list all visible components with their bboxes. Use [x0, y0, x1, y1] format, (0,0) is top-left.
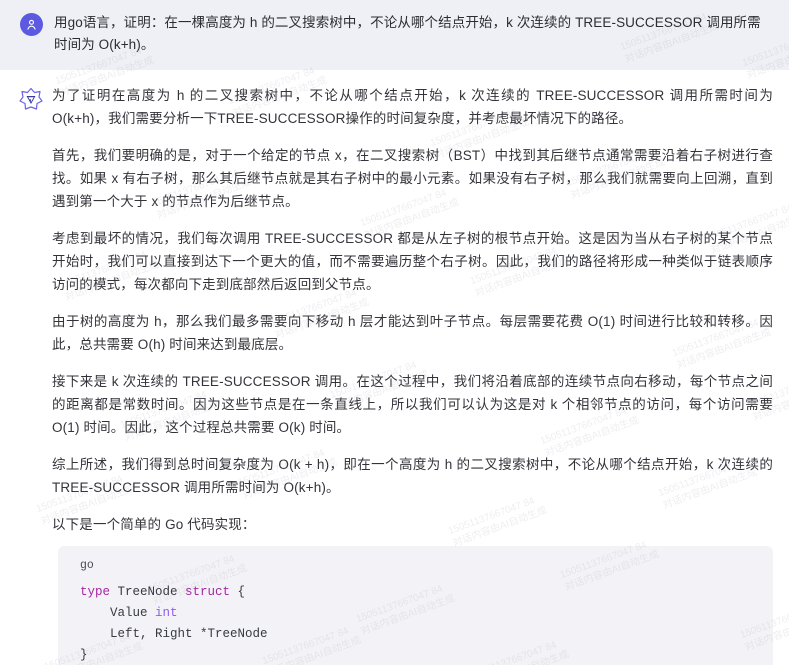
code-language-label: go: [80, 559, 94, 572]
assistant-body: 为了证明在高度为 h 的二叉搜索树中，不论从哪个结点开始，k 次连续的 TREE…: [52, 84, 775, 665]
assistant-paragraph: 由于树的高度为 h，那么我们最多需要向下移动 h 层才能达到叶子节点。每层需要花…: [52, 314, 773, 352]
assistant-paragraph: 综上所述，我们得到总时间复杂度为 O(k + h)，即在一个高度为 h 的二叉搜…: [52, 457, 773, 495]
assistant-paragraph: 考虑到最坏的情况，我们每次调用 TREE-SUCCESSOR 都是从左子树的根节…: [52, 231, 773, 292]
assistant-paragraph: 以下是一个简单的 Go 代码实现：: [52, 517, 256, 532]
code-content[interactable]: type TreeNode struct { Value int Left, R…: [58, 578, 773, 665]
code-line: Left, Right *TreeNode: [80, 627, 268, 641]
assistant-paragraph: 接下来是 k 次连续的 TREE-SUCCESSOR 调用。在这个过程中，我们将…: [52, 374, 773, 435]
user-message: 用go语言，证明：在一棵高度为 h 的二叉搜索树中，不论从哪个结点开始，k 次连…: [0, 0, 789, 70]
user-person-icon: [25, 18, 38, 31]
assistant-logo-icon: [19, 87, 43, 111]
code-block: go type TreeNode struct { Value int Left…: [58, 546, 773, 665]
avatar: [20, 13, 43, 36]
assistant-message: 为了证明在高度为 h 的二叉搜索树中，不论从哪个结点开始，k 次连续的 TREE…: [0, 70, 789, 665]
user-message-text: 用go语言，证明：在一棵高度为 h 的二叉搜索树中，不论从哪个结点开始，k 次连…: [54, 15, 761, 52]
code-line: }: [80, 648, 88, 662]
assistant-paragraph: 首先，我们要明确的是，对于一个给定的节点 x，在二叉搜索树（BST）中找到其后继…: [52, 148, 773, 209]
chat-page: 用go语言，证明：在一棵高度为 h 的二叉搜索树中，不论从哪个结点开始，k 次连…: [0, 0, 789, 665]
assistant-paragraph: 为了证明在高度为 h 的二叉搜索树中，不论从哪个结点开始，k 次连续的 TREE…: [52, 88, 773, 126]
code-line: type TreeNode struct {: [80, 585, 246, 599]
avatar: [18, 86, 44, 112]
code-line: Value int: [80, 606, 178, 620]
